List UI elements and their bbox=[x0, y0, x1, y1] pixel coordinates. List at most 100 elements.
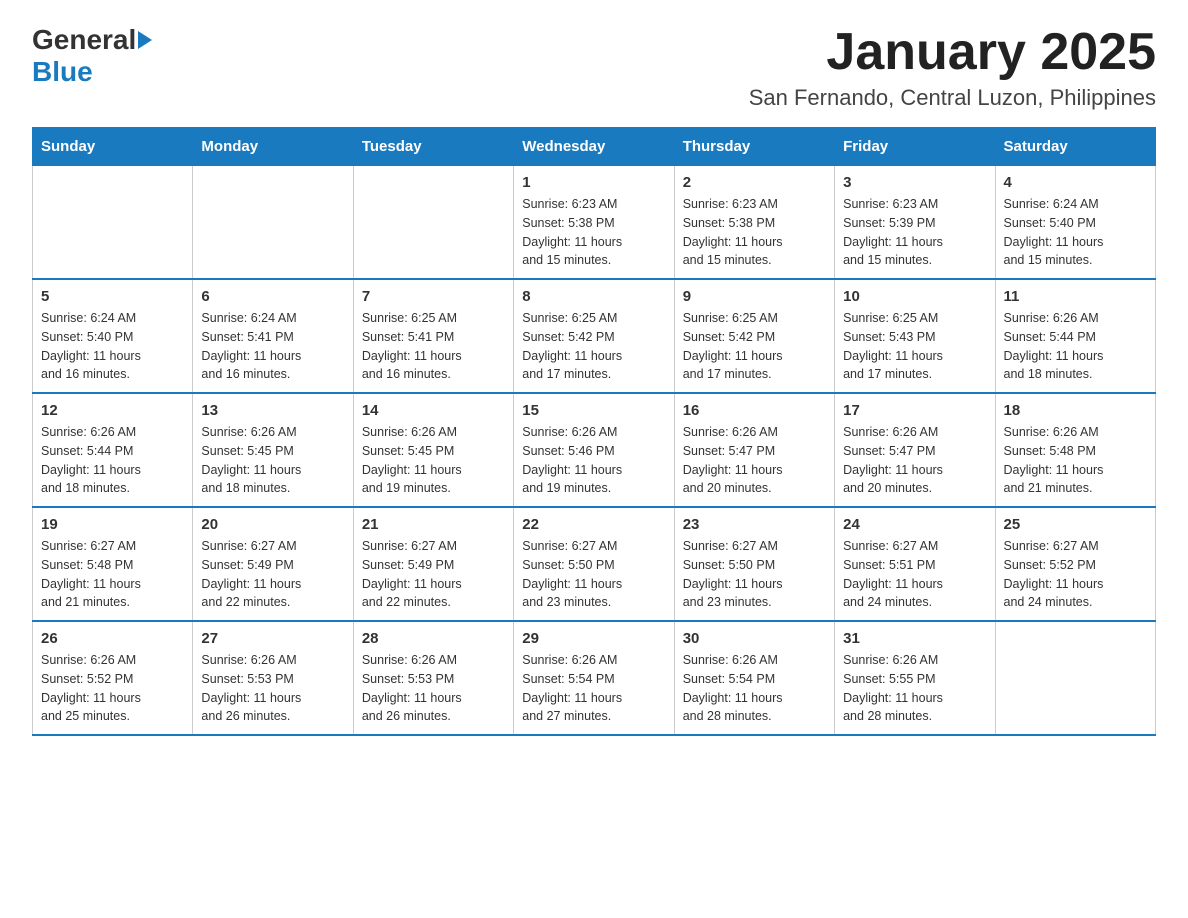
calendar-cell bbox=[33, 166, 193, 280]
day-info: Sunrise: 6:26 AMSunset: 5:47 PMDaylight:… bbox=[843, 423, 986, 498]
header-cell-monday: Monday bbox=[193, 128, 353, 166]
day-info: Sunrise: 6:25 AMSunset: 5:41 PMDaylight:… bbox=[362, 309, 505, 384]
day-number: 28 bbox=[362, 630, 505, 647]
calendar-cell: 6 Sunrise: 6:24 AMSunset: 5:41 PMDaylight… bbox=[193, 279, 353, 393]
calendar-cell: 25Sunrise: 6:27 AMSunset: 5:52 PMDayligh… bbox=[995, 507, 1155, 621]
day-info: Sunrise: 6:26 AMSunset: 5:54 PMDaylight:… bbox=[522, 651, 665, 726]
day-info: Sunrise: 6:25 AMSunset: 5:42 PMDaylight:… bbox=[683, 309, 826, 384]
day-number: 8 bbox=[522, 288, 665, 305]
calendar-cell: 18 Sunrise: 6:26 AMSunset: 5:48 PMDayligh… bbox=[995, 393, 1155, 507]
day-info: Sunrise: 6:23 AMSunset: 5:38 PMDaylight:… bbox=[522, 195, 665, 270]
header-cell-tuesday: Tuesday bbox=[353, 128, 513, 166]
day-number: 1 bbox=[522, 174, 665, 191]
calendar-cell: 31 Sunrise: 6:26 AMSunset: 5:55 PMDayligh… bbox=[835, 621, 995, 735]
calendar-cell: 15Sunrise: 6:26 AMSunset: 5:46 PMDayligh… bbox=[514, 393, 674, 507]
logo-blue: Blue bbox=[32, 56, 93, 87]
calendar-cell: 12 Sunrise: 6:26 AMSunset: 5:44 PMDayligh… bbox=[33, 393, 193, 507]
day-info: Sunrise: 6:24 AMSunset: 5:41 PMDaylight:… bbox=[201, 309, 344, 384]
day-number: 31 bbox=[843, 630, 986, 647]
calendar-cell: 26 Sunrise: 6:26 AMSunset: 5:52 PMDayligh… bbox=[33, 621, 193, 735]
calendar-title: January 2025 bbox=[749, 24, 1156, 81]
calendar-cell bbox=[995, 621, 1155, 735]
day-number: 12 bbox=[41, 402, 184, 419]
calendar-cell: 13Sunrise: 6:26 AMSunset: 5:45 PMDayligh… bbox=[193, 393, 353, 507]
calendar-body: 1 Sunrise: 6:23 AMSunset: 5:38 PMDaylight… bbox=[33, 166, 1156, 736]
day-info: Sunrise: 6:26 AMSunset: 5:55 PMDaylight:… bbox=[843, 651, 986, 726]
calendar-cell: 5Sunrise: 6:24 AMSunset: 5:40 PMDaylight… bbox=[33, 279, 193, 393]
day-number: 17 bbox=[843, 402, 986, 419]
day-number: 5 bbox=[41, 288, 184, 305]
day-number: 24 bbox=[843, 516, 986, 533]
day-info: Sunrise: 6:26 AMSunset: 5:46 PMDaylight:… bbox=[522, 423, 665, 498]
calendar-cell: 9 Sunrise: 6:25 AMSunset: 5:42 PMDaylight… bbox=[674, 279, 834, 393]
calendar-cell: 21Sunrise: 6:27 AMSunset: 5:49 PMDayligh… bbox=[353, 507, 513, 621]
day-number: 29 bbox=[522, 630, 665, 647]
day-number: 26 bbox=[41, 630, 184, 647]
day-info: Sunrise: 6:26 AMSunset: 5:53 PMDaylight:… bbox=[201, 651, 344, 726]
day-number: 10 bbox=[843, 288, 986, 305]
day-number: 6 bbox=[201, 288, 344, 305]
title-block: January 2025 San Fernando, Central Luzon… bbox=[749, 24, 1156, 111]
day-number: 7 bbox=[362, 288, 505, 305]
day-info: Sunrise: 6:25 AMSunset: 5:42 PMDaylight:… bbox=[522, 309, 665, 384]
day-info: Sunrise: 6:24 AMSunset: 5:40 PMDaylight:… bbox=[1004, 195, 1147, 270]
day-number: 18 bbox=[1004, 402, 1147, 419]
calendar-cell: 7 Sunrise: 6:25 AMSunset: 5:41 PMDaylight… bbox=[353, 279, 513, 393]
logo: General Blue bbox=[32, 24, 152, 88]
day-number: 20 bbox=[201, 516, 344, 533]
day-info: Sunrise: 6:27 AMSunset: 5:49 PMDaylight:… bbox=[362, 537, 505, 612]
day-info: Sunrise: 6:26 AMSunset: 5:44 PMDaylight:… bbox=[41, 423, 184, 498]
day-info: Sunrise: 6:27 AMSunset: 5:51 PMDaylight:… bbox=[843, 537, 986, 612]
day-info: Sunrise: 6:26 AMSunset: 5:53 PMDaylight:… bbox=[362, 651, 505, 726]
day-info: Sunrise: 6:26 AMSunset: 5:48 PMDaylight:… bbox=[1004, 423, 1147, 498]
day-number: 4 bbox=[1004, 174, 1147, 191]
day-number: 19 bbox=[41, 516, 184, 533]
calendar-cell: 14Sunrise: 6:26 AMSunset: 5:45 PMDayligh… bbox=[353, 393, 513, 507]
header-cell-thursday: Thursday bbox=[674, 128, 834, 166]
header-cell-saturday: Saturday bbox=[995, 128, 1155, 166]
logo-general: General bbox=[32, 24, 136, 56]
calendar-week-1: 5Sunrise: 6:24 AMSunset: 5:40 PMDaylight… bbox=[33, 279, 1156, 393]
calendar-cell: 22 Sunrise: 6:27 AMSunset: 5:50 PMDayligh… bbox=[514, 507, 674, 621]
day-number: 16 bbox=[683, 402, 826, 419]
day-info: Sunrise: 6:26 AMSunset: 5:52 PMDaylight:… bbox=[41, 651, 184, 726]
header-row: SundayMondayTuesdayWednesdayThursdayFrid… bbox=[33, 128, 1156, 166]
calendar-cell: 16 Sunrise: 6:26 AMSunset: 5:47 PMDayligh… bbox=[674, 393, 834, 507]
page-header: General Blue January 2025 San Fernando, … bbox=[32, 24, 1156, 111]
calendar-week-3: 19 Sunrise: 6:27 AMSunset: 5:48 PMDayligh… bbox=[33, 507, 1156, 621]
day-number: 30 bbox=[683, 630, 826, 647]
day-number: 13 bbox=[201, 402, 344, 419]
day-info: Sunrise: 6:26 AMSunset: 5:47 PMDaylight:… bbox=[683, 423, 826, 498]
header-cell-sunday: Sunday bbox=[33, 128, 193, 166]
day-info: Sunrise: 6:27 AMSunset: 5:49 PMDaylight:… bbox=[201, 537, 344, 612]
calendar-subtitle: San Fernando, Central Luzon, Philippines bbox=[749, 85, 1156, 111]
calendar-cell bbox=[193, 166, 353, 280]
calendar-table: SundayMondayTuesdayWednesdayThursdayFrid… bbox=[32, 127, 1156, 736]
calendar-cell bbox=[353, 166, 513, 280]
day-number: 22 bbox=[522, 516, 665, 533]
calendar-cell: 24 Sunrise: 6:27 AMSunset: 5:51 PMDayligh… bbox=[835, 507, 995, 621]
calendar-cell: 3 Sunrise: 6:23 AMSunset: 5:39 PMDaylight… bbox=[835, 166, 995, 280]
calendar-week-4: 26 Sunrise: 6:26 AMSunset: 5:52 PMDayligh… bbox=[33, 621, 1156, 735]
day-number: 25 bbox=[1004, 516, 1147, 533]
day-info: Sunrise: 6:26 AMSunset: 5:54 PMDaylight:… bbox=[683, 651, 826, 726]
day-info: Sunrise: 6:27 AMSunset: 5:50 PMDaylight:… bbox=[522, 537, 665, 612]
calendar-cell: 17 Sunrise: 6:26 AMSunset: 5:47 PMDayligh… bbox=[835, 393, 995, 507]
day-info: Sunrise: 6:27 AMSunset: 5:48 PMDaylight:… bbox=[41, 537, 184, 612]
day-info: Sunrise: 6:26 AMSunset: 5:44 PMDaylight:… bbox=[1004, 309, 1147, 384]
day-info: Sunrise: 6:23 AMSunset: 5:39 PMDaylight:… bbox=[843, 195, 986, 270]
calendar-week-0: 1 Sunrise: 6:23 AMSunset: 5:38 PMDaylight… bbox=[33, 166, 1156, 280]
calendar-header: SundayMondayTuesdayWednesdayThursdayFrid… bbox=[33, 128, 1156, 166]
calendar-cell: 11Sunrise: 6:26 AMSunset: 5:44 PMDayligh… bbox=[995, 279, 1155, 393]
calendar-cell: 19 Sunrise: 6:27 AMSunset: 5:48 PMDayligh… bbox=[33, 507, 193, 621]
calendar-cell: 20 Sunrise: 6:27 AMSunset: 5:49 PMDayligh… bbox=[193, 507, 353, 621]
day-number: 3 bbox=[843, 174, 986, 191]
calendar-cell: 1 Sunrise: 6:23 AMSunset: 5:38 PMDaylight… bbox=[514, 166, 674, 280]
day-number: 23 bbox=[683, 516, 826, 533]
logo-arrow-icon bbox=[138, 31, 152, 49]
day-number: 14 bbox=[362, 402, 505, 419]
calendar-week-2: 12 Sunrise: 6:26 AMSunset: 5:44 PMDayligh… bbox=[33, 393, 1156, 507]
day-info: Sunrise: 6:27 AMSunset: 5:50 PMDaylight:… bbox=[683, 537, 826, 612]
day-number: 9 bbox=[683, 288, 826, 305]
calendar-cell: 4 Sunrise: 6:24 AMSunset: 5:40 PMDaylight… bbox=[995, 166, 1155, 280]
